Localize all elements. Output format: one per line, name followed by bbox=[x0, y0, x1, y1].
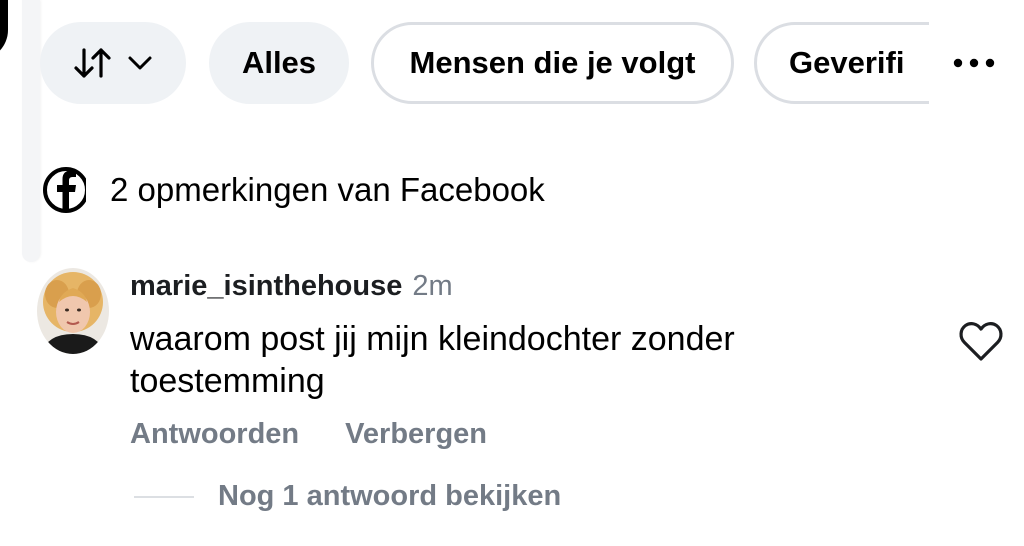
more-horizontal-icon bbox=[953, 58, 995, 68]
sort-icon bbox=[74, 48, 111, 78]
chevron-down-icon bbox=[128, 56, 152, 70]
comment-header: marie_isinthehouse 2m bbox=[130, 270, 453, 303]
comment-body: waarom post jij mijn kleindochter zonder… bbox=[130, 320, 735, 400]
facebook-icon bbox=[43, 167, 86, 213]
source-text: 2 opmerkingen van Facebook bbox=[110, 171, 545, 208]
left-edge-decoration bbox=[0, 0, 8, 60]
filter-chip-all[interactable]: Alles bbox=[209, 22, 349, 104]
filter-chip-bar: Alles Mensen die je volgt Geverifi bbox=[40, 22, 1024, 106]
reply-button[interactable]: Antwoorden bbox=[130, 418, 299, 451]
comment-timestamp: 2m bbox=[412, 270, 453, 302]
filter-chip-label: Alles bbox=[241, 45, 317, 80]
avatar[interactable] bbox=[37, 268, 109, 354]
heart-icon[interactable] bbox=[958, 319, 1004, 363]
comment-actions: Antwoorden Verbergen bbox=[130, 418, 487, 451]
filter-chip-following[interactable]: Mensen die je volgt bbox=[371, 22, 734, 104]
sort-button[interactable] bbox=[40, 22, 186, 104]
comments-screen: Alles Mensen die je volgt Geverifi 2 opm… bbox=[0, 0, 1024, 546]
more-options-button[interactable] bbox=[929, 22, 1019, 104]
filter-chip-label: Mensen die je volgt bbox=[409, 45, 696, 80]
source-header: 2 opmerkingen van Facebook bbox=[40, 158, 545, 222]
comment-username[interactable]: marie_isinthehouse bbox=[130, 270, 402, 303]
replies-divider bbox=[134, 495, 194, 498]
hide-button[interactable]: Verbergen bbox=[345, 418, 487, 451]
side-panel-edge bbox=[22, 0, 40, 262]
view-replies-button[interactable]: Nog 1 antwoord bekijken bbox=[134, 480, 561, 513]
filter-chip-label: Geverifi bbox=[789, 45, 905, 80]
avatar-image bbox=[37, 268, 109, 354]
view-replies-label: Nog 1 antwoord bekijken bbox=[218, 480, 562, 512]
